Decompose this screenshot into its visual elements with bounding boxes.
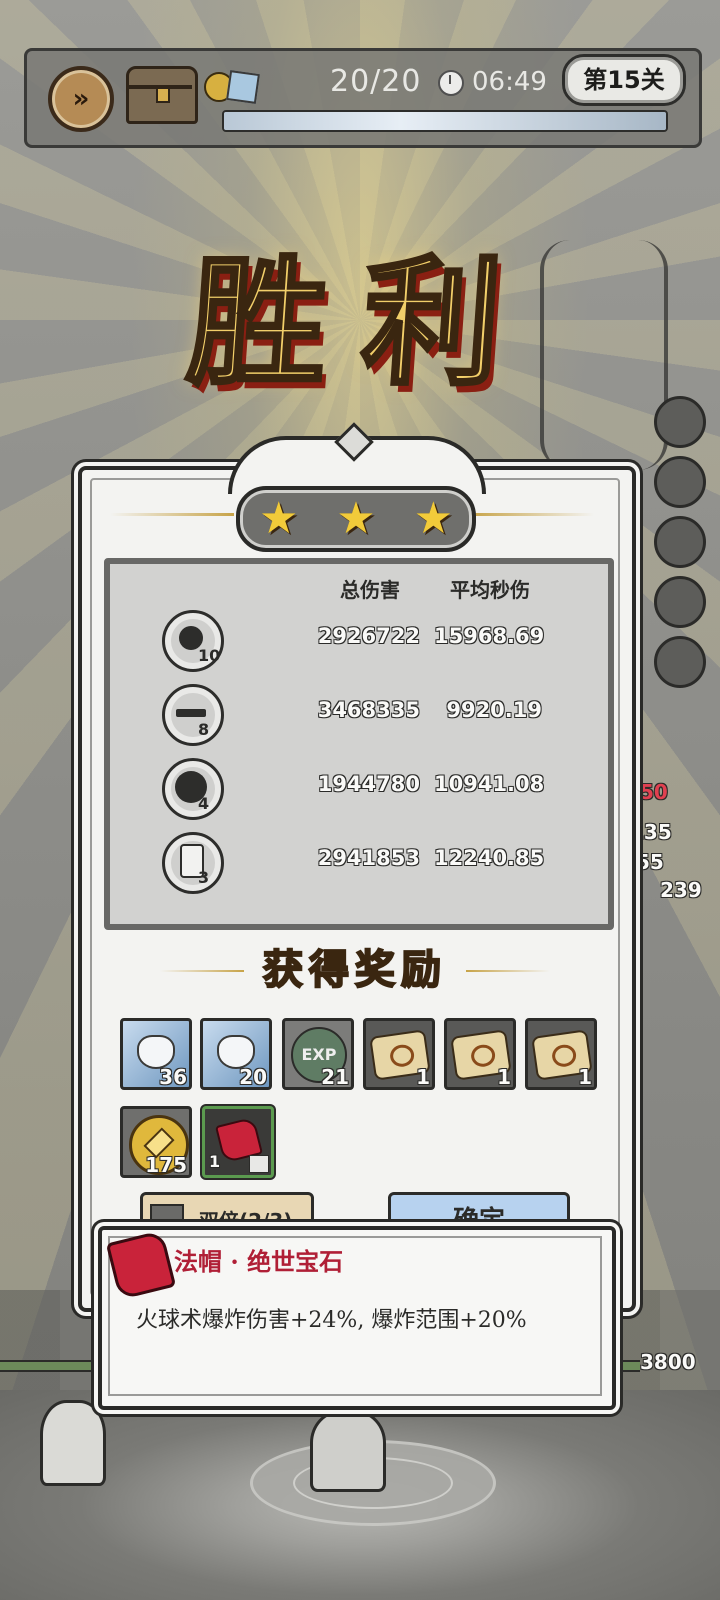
skill-level: 10 bbox=[198, 646, 221, 665]
damage-number: 55 bbox=[636, 850, 664, 874]
rewards-title: 获得奖励 bbox=[262, 945, 447, 994]
reward-gold-coin[interactable]: 175 bbox=[120, 1106, 192, 1178]
hero-character bbox=[40, 1400, 106, 1486]
side-skill-icon bbox=[654, 636, 706, 688]
header-total-damage: 总伤害 bbox=[340, 578, 400, 602]
level-badge: 第15关 bbox=[562, 54, 686, 106]
reward-scroll[interactable]: 1 bbox=[363, 1018, 435, 1090]
star-icon: ★ bbox=[413, 493, 454, 544]
reward-count: 175 bbox=[145, 1153, 187, 1177]
reward-count: 21 bbox=[321, 1065, 349, 1089]
reward-count: 36 bbox=[159, 1065, 187, 1089]
total-damage: 1944780 bbox=[317, 772, 420, 796]
damage-number: 135 bbox=[630, 820, 672, 844]
fast-forward-icon: » bbox=[72, 84, 90, 114]
reward-skull-gem[interactable]: 20 bbox=[200, 1018, 272, 1090]
average-dps: 10941.08 bbox=[434, 772, 545, 796]
reward-ruby-gem[interactable]: 1 bbox=[202, 1106, 274, 1178]
average-dps: 9920.19 bbox=[446, 698, 542, 722]
damage-number: 50 bbox=[640, 780, 668, 804]
star-icon: ★ bbox=[336, 493, 376, 544]
star-rating: ★ ★ ★ bbox=[236, 486, 476, 552]
stat-row: 8 3468335 9920.19 bbox=[104, 680, 602, 746]
side-skill-column bbox=[654, 396, 706, 696]
tooltip-description: 火球术爆炸伤害+24%, 爆炸范围+20% bbox=[136, 1308, 527, 1333]
side-skill-icon bbox=[654, 396, 706, 448]
ornament-line bbox=[470, 513, 594, 516]
stat-row: 4 1944780 10941.08 bbox=[104, 754, 602, 820]
reward-count: 20 bbox=[239, 1065, 267, 1089]
victory-title: 胜利 bbox=[181, 239, 544, 406]
gem-icon bbox=[226, 70, 260, 104]
reward-count: 1 bbox=[416, 1065, 430, 1089]
reward-count: 1 bbox=[497, 1065, 511, 1089]
reward-white-gem[interactable]: 36 bbox=[120, 1018, 192, 1090]
blade-slash-skill-icon bbox=[162, 684, 224, 746]
skill-level: 4 bbox=[198, 794, 210, 813]
total-damage: 2941853 bbox=[317, 846, 420, 870]
stat-row: 10 2926722 15968.69 bbox=[104, 606, 602, 672]
header-average-dps: 平均秒伤 bbox=[450, 578, 530, 602]
side-skill-icon bbox=[654, 576, 706, 628]
tornado-effect bbox=[540, 240, 668, 470]
stat-row: 3 2941853 12240.85 bbox=[104, 828, 602, 894]
ornament-line bbox=[160, 970, 244, 972]
bomb-skill-icon bbox=[162, 758, 224, 820]
total-damage: 2926722 bbox=[317, 624, 420, 648]
reward-count: 1 bbox=[209, 1152, 221, 1171]
fast-forward-button[interactable]: » bbox=[48, 66, 114, 132]
wave-counter: 20/20 bbox=[330, 64, 422, 99]
treasure-chest-icon[interactable] bbox=[126, 66, 198, 124]
tooltip-title: 法帽 · 绝世宝石 bbox=[174, 1247, 344, 1276]
wizard-character bbox=[310, 1410, 386, 1492]
wave-progress-fill bbox=[224, 112, 666, 130]
skill-level: 8 bbox=[198, 720, 210, 739]
tornado-skill-icon bbox=[162, 832, 224, 894]
clock-icon bbox=[438, 70, 464, 96]
equipment-corner-icon bbox=[249, 1155, 269, 1173]
average-dps: 15968.69 bbox=[434, 624, 545, 648]
reward-count: 1 bbox=[578, 1065, 592, 1089]
total-damage: 3468335 bbox=[317, 698, 420, 722]
skill-level: 3 bbox=[198, 868, 210, 887]
wave-progress-bar bbox=[222, 110, 668, 132]
reward-exp[interactable]: EXP 21 bbox=[282, 1018, 354, 1090]
average-dps: 12240.85 bbox=[434, 846, 545, 870]
side-skill-icon bbox=[654, 516, 706, 568]
damage-number: 239 bbox=[660, 878, 702, 902]
timer: 06:49 bbox=[472, 67, 547, 97]
ornament-line bbox=[110, 513, 234, 516]
reward-scroll[interactable]: 1 bbox=[525, 1018, 597, 1090]
side-skill-icon bbox=[654, 456, 706, 508]
ornament-line bbox=[466, 970, 550, 972]
base-hp-value: 3800 bbox=[640, 1350, 696, 1374]
star-icon: ★ bbox=[258, 493, 299, 544]
reward-scroll[interactable]: 1 bbox=[444, 1018, 516, 1090]
